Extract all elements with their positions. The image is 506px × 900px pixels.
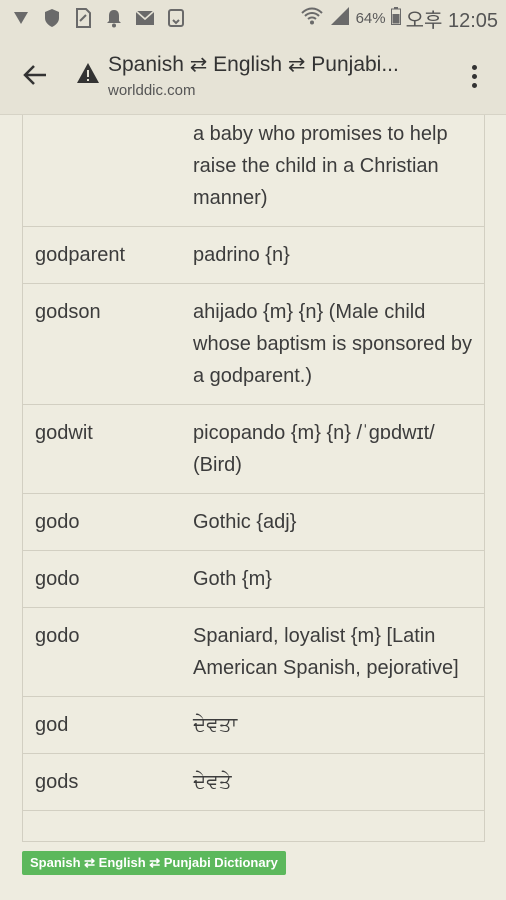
signal-icon	[329, 6, 351, 31]
word-cell: godo	[22, 607, 181, 697]
word-cell: godo	[22, 550, 181, 608]
translation-cell: picopando {m} {n} /ˈɡɒdwɪt/ (Bird)	[181, 404, 485, 494]
translation-cell: ਦੇਵਤੇ	[181, 753, 485, 811]
table-footer-row	[22, 810, 485, 842]
back-button[interactable]	[18, 58, 52, 92]
screenshot-icon	[166, 8, 186, 28]
table-row: god ਦੇਵਤਾ	[22, 696, 485, 754]
bell-icon	[104, 8, 124, 28]
arrow-left-icon	[23, 65, 46, 85]
shield-icon	[42, 8, 62, 28]
word-cell: god	[22, 696, 181, 754]
translation-cell: Gothic {adj}	[181, 493, 485, 551]
translation-cell: Spaniard, loyalist {m} [Latin American S…	[181, 607, 485, 697]
empty-cell	[22, 810, 485, 842]
table-row: godwit picopando {m} {n} /ˈɡɒdwɪt/ (Bird…	[22, 404, 485, 494]
wifi-icon	[300, 6, 324, 31]
sim-card-icon	[73, 8, 93, 28]
translation-cell: a baby who promises to help raise the ch…	[181, 115, 485, 227]
word-cell: godo	[22, 493, 181, 551]
vpn-shield-icon	[11, 8, 31, 28]
status-bar: 64% 오후 12:05	[0, 0, 506, 36]
page-domain[interactable]: worlddic.com	[108, 82, 196, 99]
browser-toolbar: Spanish ⇄ English ⇄ Punjabi... worlddic.…	[0, 36, 506, 115]
mail-icon	[135, 8, 155, 28]
overflow-menu-button[interactable]	[460, 62, 488, 90]
table-row: a baby who promises to help raise the ch…	[22, 115, 485, 227]
dictionary-badge[interactable]: Spanish ⇄ English ⇄ Punjabi Dictionary	[22, 851, 286, 875]
table-row: godo Spaniard, loyalist {m} [Latin Ameri…	[22, 607, 485, 697]
word-cell: gods	[22, 753, 181, 811]
dot-icon	[471, 73, 477, 79]
translation-cell: ਦੇਵਤਾ	[181, 696, 485, 754]
word-cell: godwit	[22, 404, 181, 494]
dictionary-table: a baby who promises to help raise the ch…	[22, 115, 485, 842]
translation-cell: padrino {n}	[181, 226, 485, 284]
table-row: godo Goth {m}	[22, 550, 485, 608]
dot-icon	[471, 82, 477, 88]
battery-percent: 64%	[355, 9, 386, 27]
table-row: godson ahijado {m} {n} (Male child whose…	[22, 283, 485, 405]
translation-cell: Goth {m}	[181, 550, 485, 608]
word-cell	[22, 115, 181, 227]
word-cell: godparent	[22, 226, 181, 284]
table-row: godo Gothic {adj}	[22, 493, 485, 551]
warning-icon[interactable]	[76, 62, 100, 84]
clock: 오후 12:05	[405, 9, 498, 32]
word-cell: godson	[22, 283, 181, 405]
battery-icon	[390, 6, 401, 30]
dot-icon	[471, 64, 477, 70]
translation-cell: ahijado {m} {n} (Male child whose baptis…	[181, 283, 485, 405]
page-title[interactable]: Spanish ⇄ English ⇄ Punjabi...	[108, 52, 399, 77]
page-content[interactable]: a baby who promises to help raise the ch…	[0, 115, 506, 900]
table-row: gods ਦੇਵਤੇ	[22, 753, 485, 811]
table-row: godparent padrino {n}	[22, 226, 485, 284]
